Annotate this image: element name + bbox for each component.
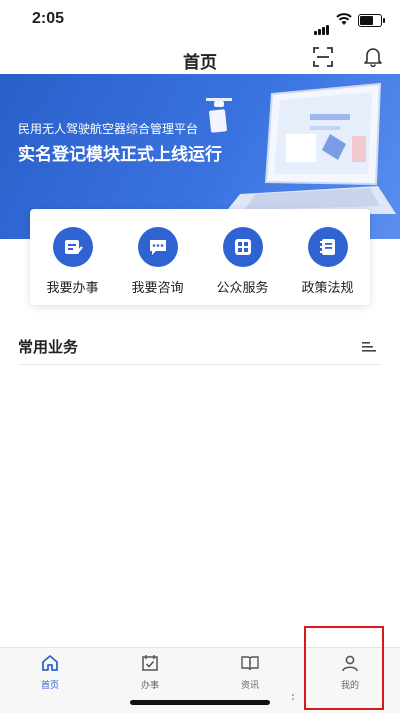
chat-bubble-icon — [137, 227, 178, 267]
tab-work[interactable]: 办事 — [120, 654, 180, 691]
home-icon — [42, 655, 58, 671]
section-title: 常用业务 — [18, 338, 79, 356]
book-icon — [241, 656, 259, 671]
quick-action-work[interactable]: 我要办事 — [30, 209, 115, 305]
quick-action-public-service[interactable]: 公众服务 — [200, 209, 285, 305]
quick-actions-card: 我要办事 我要咨询 公众服务 政策法规 — [30, 209, 370, 305]
page-dots-indicator — [292, 694, 294, 700]
status-time: 2:05 — [32, 10, 65, 27]
home-indicator — [130, 700, 270, 705]
policy-book-icon — [307, 227, 348, 267]
tab-label: 办事 — [140, 681, 159, 691]
tab-news[interactable]: 资讯 — [220, 654, 280, 691]
quick-action-label: 我要咨询 — [131, 281, 184, 296]
common-business-section: 常用业务 — [18, 326, 382, 365]
status-bar: 2:05 — [0, 0, 400, 40]
highlight-box — [304, 626, 384, 710]
calendar-check-icon — [142, 655, 158, 671]
banner-title: 实名登记模块正式上线运行 — [18, 145, 222, 165]
cellular-signal-icon — [314, 16, 330, 35]
page-title: 首页 — [183, 53, 217, 73]
quick-action-consult[interactable]: 我要咨询 — [115, 209, 200, 305]
quick-action-label: 政策法规 — [301, 281, 354, 296]
list-menu-icon[interactable] — [362, 342, 376, 352]
battery-icon — [358, 14, 385, 27]
grid-apps-icon — [222, 227, 263, 267]
top-nav: 首页 — [0, 40, 400, 74]
tab-label: 资讯 — [240, 681, 259, 691]
scan-icon[interactable] — [312, 46, 334, 68]
tab-home[interactable]: 首页 — [20, 654, 80, 691]
edit-document-icon — [52, 227, 93, 267]
drone-icon — [206, 98, 232, 133]
bell-icon[interactable] — [362, 45, 384, 67]
quick-action-label: 我要办事 — [46, 281, 99, 296]
tab-label: 首页 — [40, 681, 59, 691]
quick-action-label: 公众服务 — [216, 281, 269, 296]
banner-subtitle: 民用无人驾驶航空器综合管理平台 — [18, 122, 199, 136]
quick-action-policy[interactable]: 政策法规 — [285, 209, 370, 305]
laptop-drone-illustration — [206, 82, 396, 214]
wifi-icon — [336, 13, 352, 25]
